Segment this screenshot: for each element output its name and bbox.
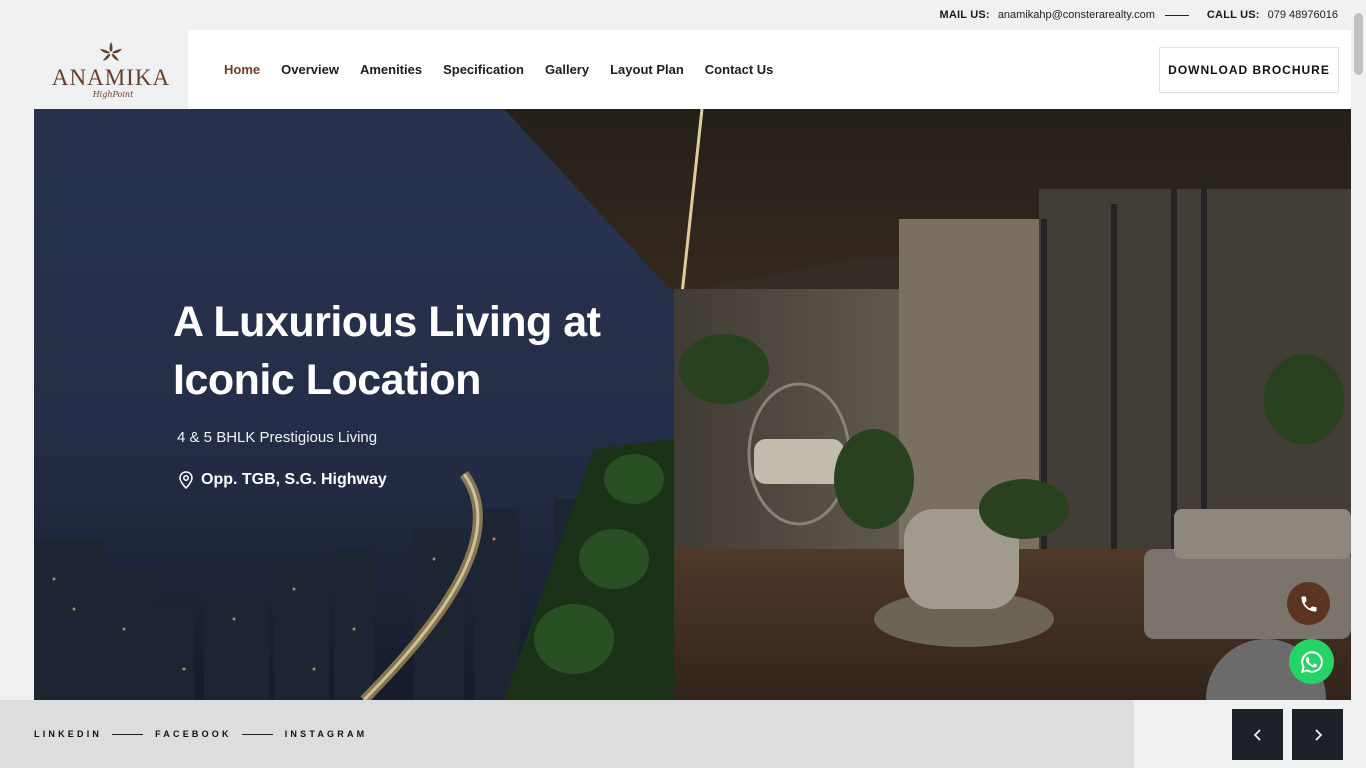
brand-tagline: HighPoint [92, 89, 134, 99]
mail-link[interactable]: anamikahp@consterarealty.com [998, 9, 1155, 21]
page-scrollbar[interactable] [1351, 0, 1366, 768]
brand-name: ANAMIKA [51, 64, 171, 90]
call-button[interactable] [1287, 582, 1330, 625]
nav-contact-us[interactable]: Contact Us [705, 62, 774, 77]
top-contact-bar: MAIL US: anamikahp@consterarealty.com CA… [0, 0, 1366, 30]
divider [112, 733, 144, 735]
whatsapp-button[interactable] [1289, 639, 1334, 684]
map-pin-icon [179, 471, 193, 489]
download-brochure-button[interactable]: DOWNLOAD BROCHURE [1159, 47, 1339, 93]
slider-prev-button[interactable] [1232, 709, 1283, 760]
whatsapp-icon [1300, 650, 1323, 673]
phone-icon [1301, 596, 1316, 611]
social-links: LINKEDIN FACEBOOK INSTAGRAM [34, 729, 367, 739]
scrollbar-thumb[interactable] [1354, 13, 1363, 75]
chevron-right-icon [1314, 728, 1322, 741]
main-navigation: Home Overview Amenities Specification Ga… [188, 30, 1351, 109]
hero-location: Opp. TGB, S.G. Highway [178, 471, 387, 489]
social-facebook[interactable]: FACEBOOK [155, 729, 232, 739]
slider-next-button[interactable] [1292, 709, 1343, 760]
nav-specification[interactable]: Specification [443, 62, 524, 77]
nav-amenities[interactable]: Amenities [360, 62, 422, 77]
chevron-left-icon [1253, 728, 1261, 741]
social-linkedin[interactable]: LINKEDIN [34, 729, 102, 739]
nav-home[interactable]: Home [224, 62, 260, 77]
hero-title-line: A Luxurious Living at [173, 298, 601, 346]
phone-link[interactable]: 079 48976016 [1268, 9, 1338, 21]
hero-title-line: Iconic Location [173, 356, 481, 404]
call-label: CALL US: [1206, 9, 1260, 21]
divider [1164, 14, 1189, 16]
site-logo[interactable]: ANAMIKA HighPoint [34, 30, 188, 109]
flower-icon [100, 41, 122, 61]
hero-subtitle: 4 & 5 BHLK Prestigious Living [177, 429, 378, 446]
location-text: Opp. TGB, S.G. Highway [201, 471, 387, 488]
divider [241, 733, 273, 735]
bottom-bar: LINKEDIN FACEBOOK INSTAGRAM [0, 700, 1134, 768]
nav-gallery[interactable]: Gallery [545, 62, 589, 77]
hero-slider: A Luxurious Living at Iconic Location 4 … [34, 109, 1351, 700]
social-instagram[interactable]: INSTAGRAM [285, 729, 368, 739]
nav-overview[interactable]: Overview [281, 62, 339, 77]
mail-label: MAIL US: [939, 9, 990, 21]
hero-title: A Luxurious Living at Iconic Location [173, 293, 693, 409]
nav-layout-plan[interactable]: Layout Plan [610, 62, 684, 77]
